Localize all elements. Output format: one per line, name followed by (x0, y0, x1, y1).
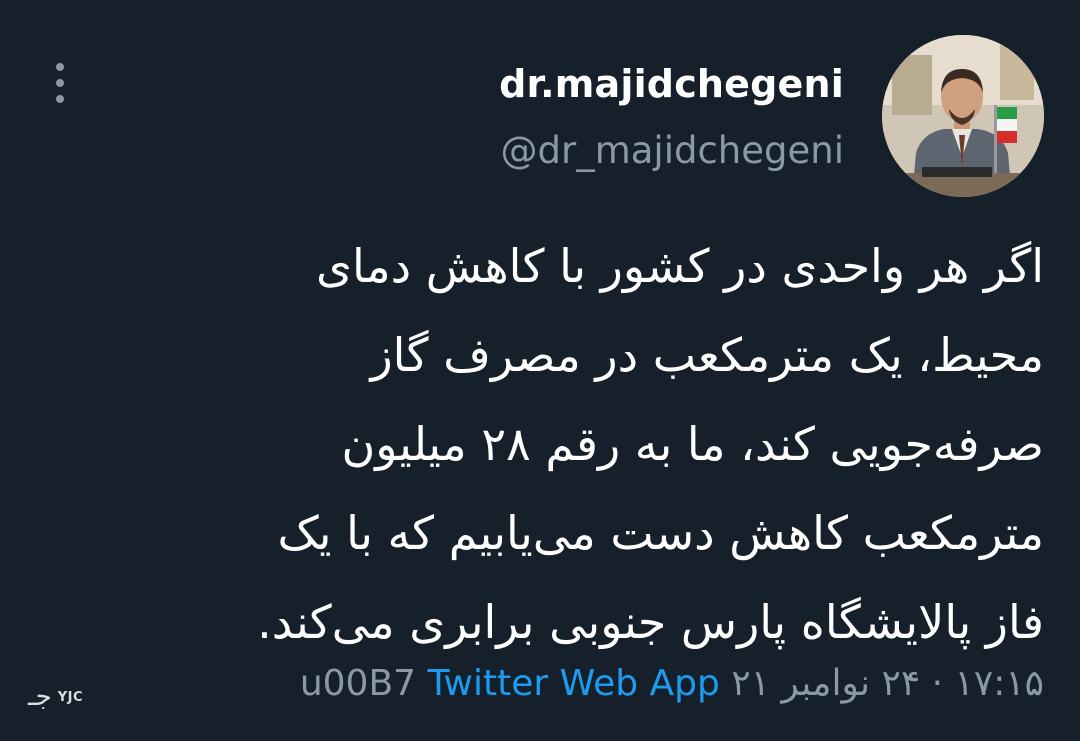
more-dot (56, 95, 64, 103)
tweet-meta: ۱۷:۱۵ · ۲۴ نوامبر ۲۱ u00B7 Twitter Web A… (300, 660, 1044, 708)
tweet-text-line: مترمکعب کاهش دست می‌یابیم که با یک (277, 506, 1044, 560)
more-options-icon[interactable] (52, 63, 68, 103)
tweet-timestamp[interactable]: ۱۷:۱۵ · ۲۴ نوامبر ۲۱ (731, 663, 1044, 704)
tweet-text: اگر هر واحدی در کشور با کاهش دمای محیط، … (64, 222, 1044, 667)
yjc-watermark: جـ YJC (28, 684, 83, 710)
tweet-text-line: اگر هر واحدی در کشور با کاهش دمای (315, 239, 1044, 293)
more-dot (56, 79, 64, 87)
avatar[interactable] (882, 35, 1044, 197)
tweet-source-link[interactable]: Twitter Web App (428, 663, 720, 704)
tweet-text-line: صرفه‌جویی کند، ما به رقم ۲۸ میلیون (341, 417, 1044, 471)
author-display-name[interactable]: dr.majidchegeni (499, 60, 844, 108)
tweet-text-line: محیط، یک مترمکعب در مصرف گاز (370, 328, 1044, 382)
author-handle[interactable]: @dr_majidchegeni (501, 127, 845, 175)
tweet-text-line: فاز پالایشگاه پارس جنوبی برابری می‌کند. (257, 595, 1044, 649)
yjc-logo-text: YJC (57, 689, 83, 705)
more-dot (56, 63, 64, 71)
yjc-logo-glyph: جـ (28, 682, 52, 712)
meta-separator: u00B7 (299, 663, 417, 704)
avatar-image (882, 35, 1044, 197)
